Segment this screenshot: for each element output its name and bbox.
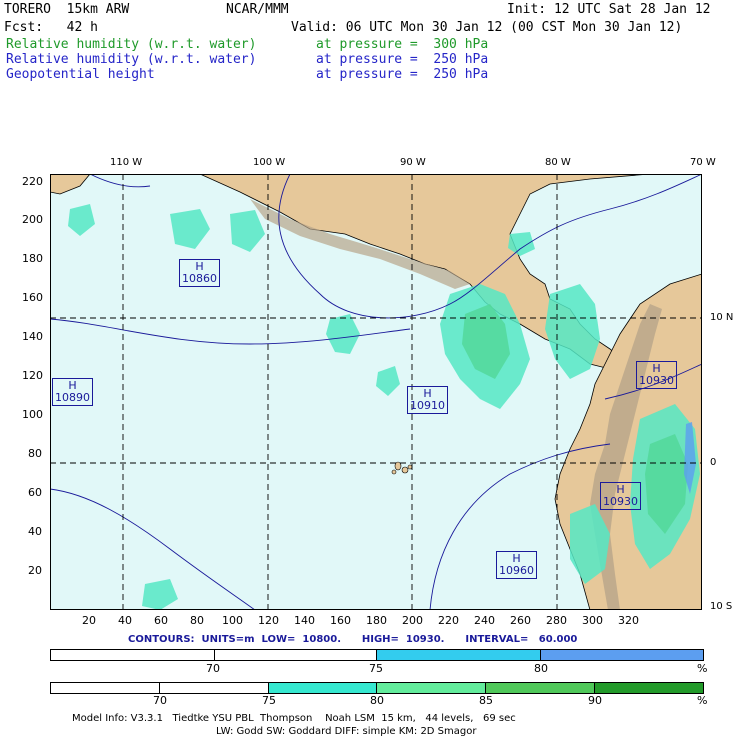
lon-label-80w: 80 W (545, 157, 571, 168)
high-label: H 10960 (496, 551, 537, 579)
high-value: 10930 (603, 495, 638, 508)
x-tick-180: 180 (366, 614, 387, 627)
high-value: 10890 (55, 391, 90, 404)
colorbar1-label-70: 70 (206, 662, 220, 675)
y-tick-140: 140 (22, 330, 43, 343)
y-tick-20: 20 (28, 564, 42, 577)
colorbar-segment (51, 650, 215, 660)
high-value: 10910 (410, 399, 445, 412)
colorbar-segment (215, 650, 377, 660)
x-tick-100: 100 (222, 614, 243, 627)
y-tick-80: 80 (28, 447, 42, 460)
colorbar-segment (595, 683, 703, 693)
colorbar1-label-75: 75 (369, 662, 383, 675)
y-tick-220: 220 (22, 175, 43, 188)
field-2-name: Relative humidity (w.r.t. water) (6, 52, 257, 67)
forecast-hour: Fcst: 42 h (4, 20, 98, 35)
high-value: 10860 (182, 272, 217, 285)
colorbar2-label-85: 85 (479, 694, 493, 707)
y-tick-180: 180 (22, 252, 43, 265)
colorbar2-label-90: 90 (588, 694, 602, 707)
y-tick-60: 60 (28, 486, 42, 499)
map-canvas (50, 174, 702, 610)
colorbar-250hpa (50, 649, 704, 661)
x-tick-300: 300 (582, 614, 603, 627)
field-3-name: Geopotential height (6, 67, 155, 82)
high-label: H 10910 (407, 386, 448, 414)
init-time: Init: 12 UTC Sat 28 Jan 12 (507, 2, 711, 17)
x-tick-320: 320 (618, 614, 639, 627)
high-value: 10960 (499, 564, 534, 577)
valid-time: Valid: 06 UTC Mon 30 Jan 12 (00 CST Mon … (291, 20, 683, 35)
lon-label-70w: 70 W (690, 157, 716, 168)
x-tick-120: 120 (258, 614, 279, 627)
x-tick-220: 220 (438, 614, 459, 627)
y-tick-160: 160 (22, 291, 43, 304)
field-2-level: at pressure = 250 hPa (316, 52, 489, 67)
field-1-name: Relative humidity (w.r.t. water) (6, 37, 257, 52)
lat-label-10s: 10 S (710, 601, 733, 612)
lon-label-90w: 90 W (400, 157, 426, 168)
x-tick-20: 20 (82, 614, 96, 627)
field-1-level: at pressure = 300 hPa (316, 37, 489, 52)
y-tick-100: 100 (22, 408, 43, 421)
contours-info: CONTOURS: UNITS=m LOW= 10800. HIGH= 1093… (128, 634, 578, 645)
colorbar2-label-80: 80 (370, 694, 384, 707)
x-tick-80: 80 (190, 614, 204, 627)
x-tick-140: 140 (294, 614, 315, 627)
high-label: H 10860 (179, 259, 220, 287)
colorbar-segment (377, 683, 486, 693)
colorbar1-label-80: 80 (534, 662, 548, 675)
x-tick-200: 200 (402, 614, 423, 627)
y-tick-40: 40 (28, 525, 42, 538)
high-label: H 10930 (600, 482, 641, 510)
center-title: NCAR/MMM (226, 2, 289, 17)
colorbar-segment (377, 650, 541, 660)
y-tick-120: 120 (22, 369, 43, 382)
x-tick-240: 240 (474, 614, 495, 627)
x-tick-280: 280 (546, 614, 567, 627)
weather-map (50, 174, 702, 610)
high-value: 10930 (639, 374, 674, 387)
high-label: H 10930 (636, 361, 677, 389)
lat-label-0: 0 (710, 457, 717, 468)
lon-label-110w: 110 W (110, 157, 143, 168)
colorbar-segment (160, 683, 269, 693)
lon-label-100w: 100 W (253, 157, 286, 168)
colorbar1-label-percent: % (697, 662, 708, 675)
colorbar-segment (269, 683, 377, 693)
colorbar2-label-percent: % (697, 694, 708, 707)
x-tick-160: 160 (330, 614, 351, 627)
x-tick-260: 260 (510, 614, 531, 627)
colorbar-segment (486, 683, 595, 693)
colorbar-300hpa (50, 682, 704, 694)
lat-label-10n: 10 N (710, 312, 734, 323)
model-physics: LW: Godd SW: Goddard DIFF: simple KM: 2D… (216, 726, 477, 737)
colorbar2-label-75: 75 (262, 694, 276, 707)
colorbar2-label-70: 70 (153, 694, 167, 707)
model-title: TORERO 15km ARW (4, 2, 130, 17)
x-tick-60: 60 (154, 614, 168, 627)
field-3-level: at pressure = 250 hPa (316, 67, 489, 82)
x-tick-40: 40 (118, 614, 132, 627)
y-tick-200: 200 (22, 213, 43, 226)
colorbar-segment (541, 650, 703, 660)
high-label: H 10890 (52, 378, 93, 406)
colorbar-segment (51, 683, 160, 693)
